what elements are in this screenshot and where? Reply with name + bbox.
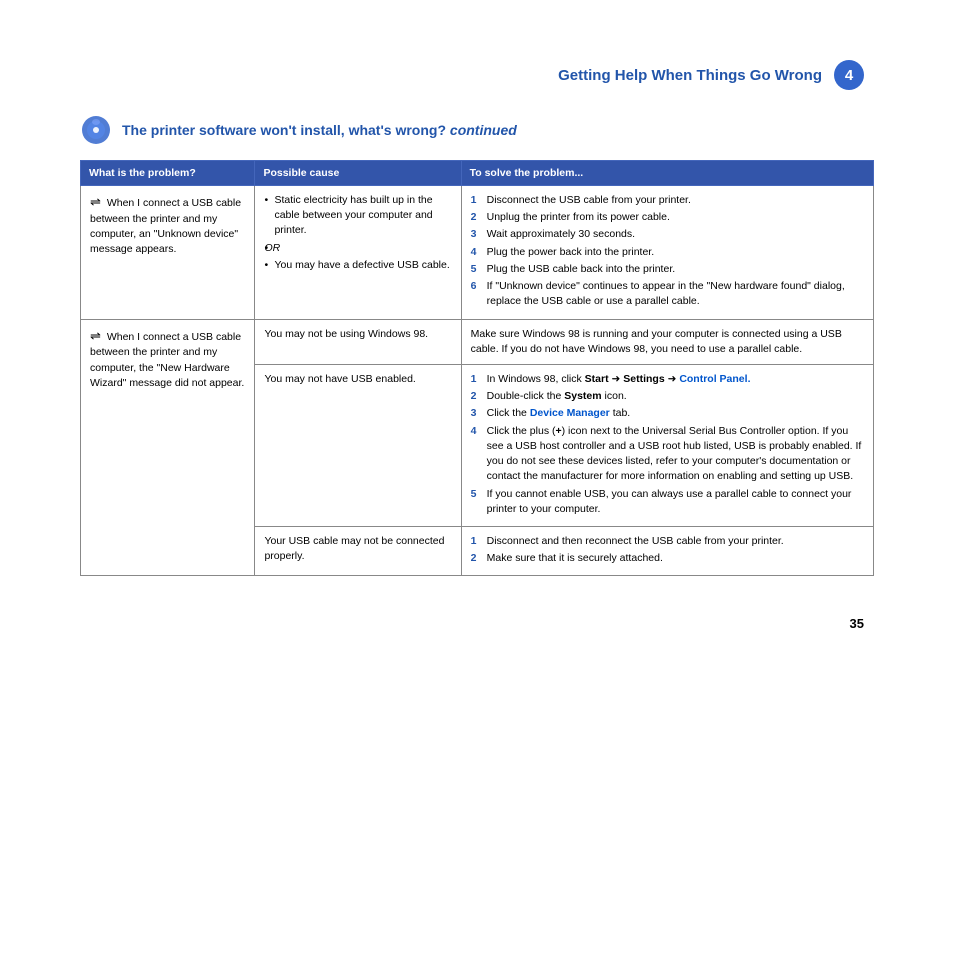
section-title: The printer software won't install, what…: [122, 122, 517, 138]
table-row: ⇌ When I connect a USB cable between the…: [81, 319, 874, 364]
solve-cell-1: 1Disconnect the USB cable from your prin…: [461, 186, 873, 320]
cause-text-2c: Your USB cable may not be connected prop…: [264, 535, 444, 562]
solve-cell-2b: 1In Windows 98, click Start ➜ Settings ➜…: [461, 364, 873, 526]
col-header-problem: What is the problem?: [81, 161, 255, 186]
cause-cell-2c: Your USB cable may not be connected prop…: [255, 526, 461, 575]
cause-item: Static electricity has built up in the c…: [264, 193, 451, 239]
solve-list-2c: 1Disconnect and then reconnect the USB c…: [471, 534, 864, 566]
solve-step: 2Unplug the printer from its power cable…: [471, 210, 864, 225]
chapter-badge: 4: [834, 60, 864, 90]
solve-step: 3Wait approximately 30 seconds.: [471, 227, 864, 242]
page-header: Getting Help When Things Go Wrong 4: [80, 60, 874, 90]
solve-step: 3Click the Device Manager tab.: [471, 406, 864, 421]
solve-step: 4Plug the power back into the printer.: [471, 245, 864, 260]
cause-cell-2a: You may not be using Windows 98.: [255, 319, 461, 364]
cause-list-1: Static electricity has built up in the c…: [264, 193, 451, 273]
solve-step: 1Disconnect the USB cable from your prin…: [471, 193, 864, 208]
col-header-solve: To solve the problem...: [461, 161, 873, 186]
page-number: 35: [80, 616, 874, 631]
solve-step: 2Make sure that it is securely attached.: [471, 551, 864, 566]
solve-step: 1Disconnect and then reconnect the USB c…: [471, 534, 864, 549]
usb-icon-2: ⇌: [90, 328, 101, 343]
printer-icon: [80, 114, 112, 146]
cause-cell-2b: You may not have USB enabled.: [255, 364, 461, 526]
solve-cell-2a: Make sure Windows 98 is running and your…: [461, 319, 873, 364]
troubleshoot-table: What is the problem? Possible cause To s…: [80, 160, 874, 576]
section-title-row: The printer software won't install, what…: [80, 114, 874, 146]
problem-cell-2: ⇌ When I connect a USB cable between the…: [81, 319, 255, 576]
cause-text-2b: You may not have USB enabled.: [264, 373, 415, 385]
solve-step: 6If "Unknown device" continues to appear…: [471, 279, 864, 309]
solve-list-1: 1Disconnect the USB cable from your prin…: [471, 193, 864, 310]
solve-list-2b: 1In Windows 98, click Start ➜ Settings ➜…: [471, 372, 864, 517]
solve-step: 5Plug the USB cable back into the printe…: [471, 262, 864, 277]
table-row: ⇌ When I connect a USB cable between the…: [81, 186, 874, 320]
col-header-cause: Possible cause: [255, 161, 461, 186]
solve-text-2a: Make sure Windows 98 is running and your…: [471, 328, 842, 355]
chapter-title: Getting Help When Things Go Wrong: [558, 67, 822, 84]
solve-step: 4Click the plus (+) icon next to the Uni…: [471, 424, 864, 485]
solve-cell-2c: 1Disconnect and then reconnect the USB c…: [461, 526, 873, 575]
solve-step: 1In Windows 98, click Start ➜ Settings ➜…: [471, 372, 864, 387]
problem-text-2: When I connect a USB cable between the p…: [90, 331, 244, 389]
usb-icon: ⇌: [90, 194, 101, 209]
solve-step: 5If you cannot enable USB, you can alway…: [471, 487, 864, 517]
solve-step: 2Double-click the System icon.: [471, 389, 864, 404]
problem-cell-1: ⇌ When I connect a USB cable between the…: [81, 186, 255, 320]
problem-text-1: When I connect a USB cable between the p…: [90, 197, 241, 255]
cause-item: You may have a defective USB cable.: [264, 258, 451, 273]
cause-text-2a: You may not be using Windows 98.: [264, 328, 428, 340]
cause-or: OR: [264, 241, 451, 256]
cause-cell-1: Static electricity has built up in the c…: [255, 186, 461, 320]
